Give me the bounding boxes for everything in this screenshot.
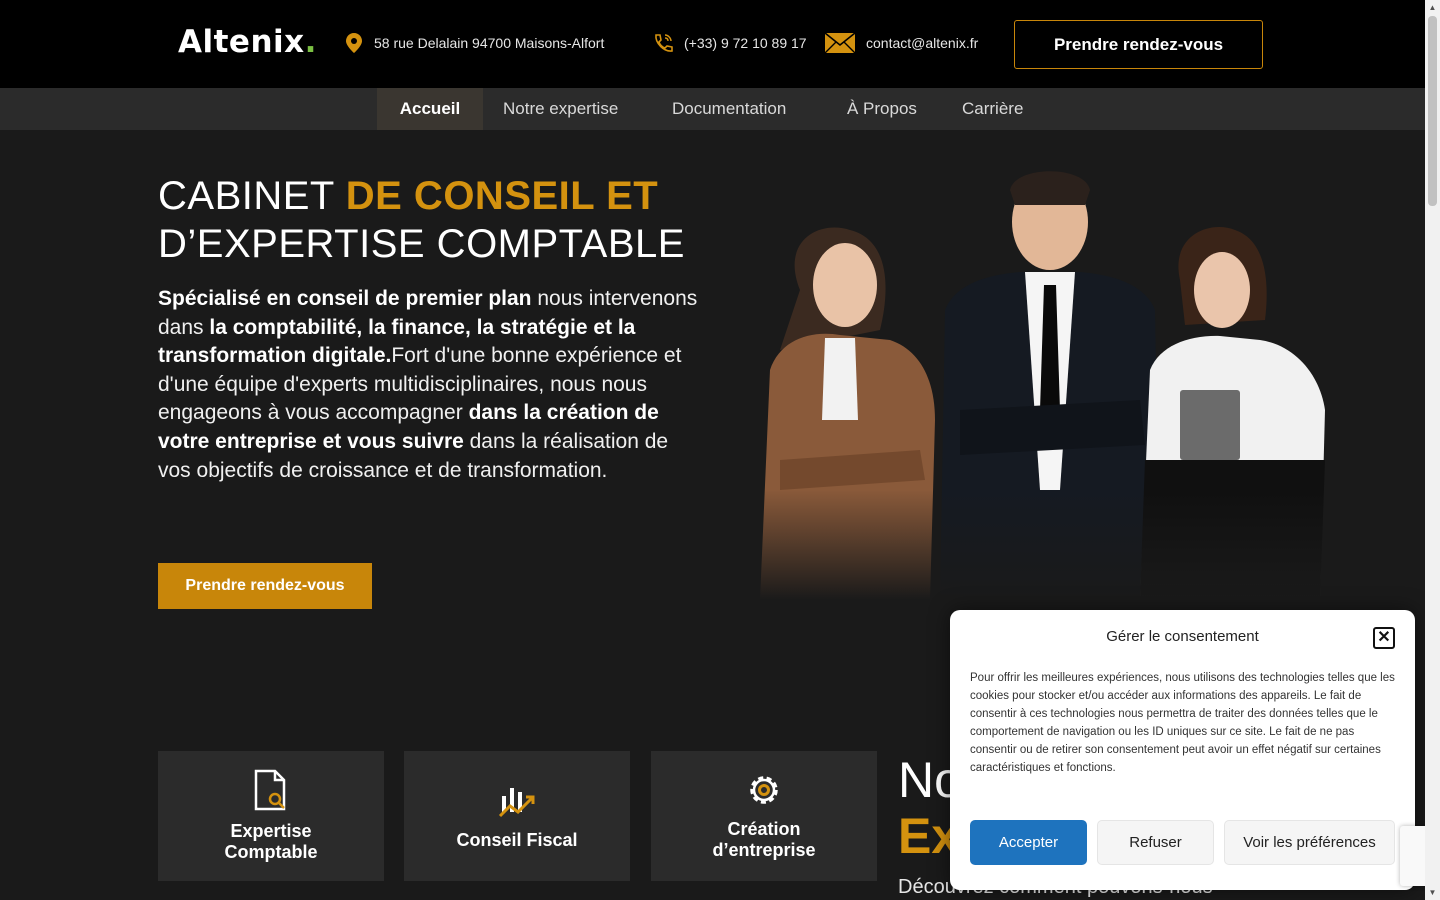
main-nav: Accueil Notre expertise Documentation À … bbox=[0, 88, 1425, 130]
page-scrollbar[interactable]: ▲ ▼ bbox=[1425, 0, 1440, 900]
nav-item-a-propos[interactable]: À Propos bbox=[847, 88, 917, 130]
cookie-consent-dialog: Gérer le consentement ✕ Pour offrir les … bbox=[950, 610, 1415, 890]
hero-title-highlight: DE CONSEIL ET bbox=[345, 174, 659, 218]
phone-info[interactable]: (+33) 9 72 10 89 17 bbox=[652, 32, 807, 54]
hero-text-bold1: Spécialisé en conseil de premier plan bbox=[158, 287, 532, 310]
document-search-icon bbox=[254, 769, 286, 811]
service-card-title: Création d’entreprise bbox=[712, 819, 815, 861]
card-line2: Comptable bbox=[224, 842, 318, 862]
team-photo bbox=[740, 160, 1340, 600]
accept-button[interactable]: Accepter bbox=[970, 820, 1087, 865]
header-appointment-button[interactable]: Prendre rendez-vous bbox=[1014, 20, 1263, 69]
hero-description: Spécialisé en conseil de premier plan no… bbox=[158, 285, 698, 485]
scroll-up-arrow-icon[interactable]: ▲ bbox=[1425, 0, 1440, 15]
service-card-title: Conseil Fiscal bbox=[456, 829, 578, 850]
hero-title: CABINET DE CONSEIL ET D’EXPERTISE COMPTA… bbox=[158, 172, 685, 268]
mail-icon bbox=[824, 32, 856, 54]
consent-title: Gérer le consentement bbox=[1106, 628, 1259, 645]
gear-icon bbox=[750, 776, 778, 804]
scrollbar-thumb[interactable] bbox=[1428, 16, 1437, 206]
card-line2: d’entreprise bbox=[712, 840, 816, 860]
top-header: Altenix. 58 rue Delalain 94700 Maisons-A… bbox=[0, 0, 1425, 88]
hero-title-part1: CABINET bbox=[158, 174, 346, 218]
address-info: 58 rue Delalain 94700 Maisons-Alfort bbox=[344, 32, 604, 54]
email-text: contact@altenix.fr bbox=[866, 35, 979, 51]
nav-item-expertise[interactable]: Notre expertise bbox=[503, 88, 618, 130]
preferences-button[interactable]: Voir les préférences bbox=[1224, 820, 1395, 865]
scroll-down-arrow-icon[interactable]: ▼ bbox=[1425, 885, 1440, 900]
card-line1: Création bbox=[727, 819, 801, 839]
phone-text: (+33) 9 72 10 89 17 bbox=[684, 35, 807, 51]
nav-item-carriere[interactable]: Carrière bbox=[962, 88, 1023, 130]
phone-icon bbox=[655, 34, 673, 52]
hero-appointment-button[interactable]: Prendre rendez-vous bbox=[158, 563, 372, 609]
nav-item-documentation[interactable]: Documentation bbox=[672, 88, 786, 130]
consent-text: Pour offrir les meilleures expériences, … bbox=[970, 672, 1395, 774]
location-pin-icon bbox=[346, 33, 362, 53]
email-info[interactable]: contact@altenix.fr bbox=[824, 32, 978, 54]
close-icon[interactable]: ✕ bbox=[1373, 627, 1395, 649]
service-card-expertise[interactable]: Expertise Comptable bbox=[158, 751, 384, 881]
service-card-title: Expertise Comptable bbox=[224, 821, 317, 863]
logo[interactable]: Altenix. bbox=[178, 24, 317, 60]
card-line1: Expertise bbox=[230, 821, 312, 841]
logo-dot: . bbox=[304, 24, 317, 60]
hero-title-line2: D’EXPERTISE COMPTABLE bbox=[158, 222, 685, 266]
service-card-conseil-fiscal[interactable]: Conseil Fiscal bbox=[404, 751, 630, 881]
logo-text: Altenix bbox=[178, 24, 305, 60]
service-card-creation[interactable]: Création d’entreprise bbox=[651, 751, 877, 881]
address-text: 58 rue Delalain 94700 Maisons-Alfort bbox=[374, 35, 605, 51]
chart-growth-icon bbox=[498, 787, 535, 817]
nav-item-accueil[interactable]: Accueil bbox=[377, 88, 483, 130]
refuse-button[interactable]: Refuser bbox=[1097, 820, 1214, 865]
